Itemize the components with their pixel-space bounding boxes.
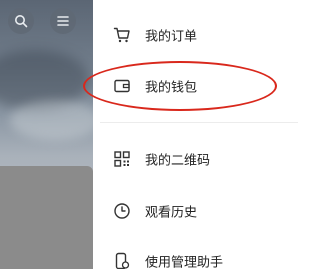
menu-item-my-orders[interactable]: 我的订单 [93, 15, 326, 55]
menu-item-watch-history[interactable]: 观看历史 [93, 191, 326, 231]
menu-item-label: 我的二维码 [145, 153, 211, 169]
phone-manager-icon [113, 252, 131, 269]
section-divider [100, 122, 298, 123]
menu-button[interactable] [50, 8, 76, 34]
background-preview [0, 0, 93, 269]
background-cloud [10, 100, 93, 140]
menu-item-label: 观看历史 [145, 205, 198, 221]
clock-icon [113, 202, 131, 220]
menu-item-label: 我的订单 [145, 29, 198, 45]
menu-item-usage-manager[interactable]: 使用管理助手 [93, 241, 326, 269]
search-icon [15, 15, 28, 28]
search-button[interactable] [8, 8, 34, 34]
menu-item-my-qr-code[interactable]: 我的二维码 [93, 139, 326, 179]
highlight-annotation [83, 61, 277, 111]
content-card[interactable] [0, 166, 93, 269]
side-drawer: 我的订单 我的钱包 我的二维码 观看历史 使用管理助手 [93, 0, 326, 269]
menu-item-label: 使用管理助手 [145, 255, 224, 269]
qr-code-icon [113, 150, 131, 168]
cart-icon [113, 26, 131, 44]
menu-icon [57, 16, 69, 26]
